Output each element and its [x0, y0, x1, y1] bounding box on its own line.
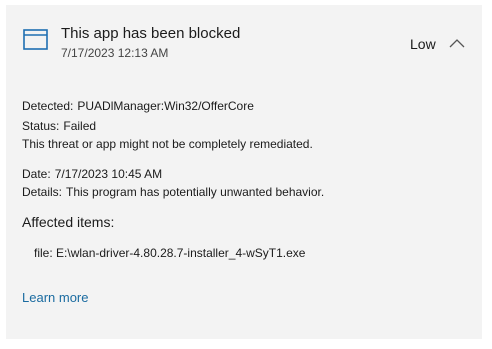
- details-row: Details: This program has potentially unw…: [22, 185, 324, 199]
- detected-value: PUADlManager:Win32/OfferCore: [77, 99, 254, 113]
- threat-card: This app has been blocked 7/17/2023 12:1…: [6, 5, 482, 339]
- status-label: Status:: [22, 119, 60, 133]
- date-value: 7/17/2023 10:45 AM: [54, 167, 163, 181]
- details-value: This program has potentially unwanted be…: [66, 185, 325, 199]
- affected-item-label: file:: [34, 246, 53, 260]
- learn-more-link[interactable]: Learn more: [22, 290, 88, 305]
- affected-item-path: E:\wlan-driver-4.80.28.7-installer_4-wSy…: [56, 246, 306, 260]
- detected-row: Detected: PUADlManager:Win32/OfferCore: [22, 99, 254, 113]
- details-label: Details:: [22, 185, 63, 199]
- date-row: Date: 7/17/2023 10:45 AM: [22, 167, 162, 181]
- affected-item: file: E:\wlan-driver-4.80.28.7-installer…: [34, 246, 305, 260]
- severity-level: Low: [410, 36, 436, 52]
- status-value: Failed: [63, 119, 97, 133]
- detected-label: Detected:: [22, 99, 74, 113]
- alert-timestamp: 7/17/2023 12:13 AM: [61, 46, 169, 60]
- alert-title: This app has been blocked: [61, 25, 241, 42]
- status-row: Status: Failed: [22, 119, 96, 133]
- affected-items-heading: Affected items:: [22, 214, 115, 230]
- chevron-up-icon[interactable]: [449, 38, 465, 48]
- status-note: This threat or app might not be complete…: [22, 137, 313, 151]
- app-window-icon: [23, 29, 48, 50]
- date-label: Date:: [22, 167, 51, 181]
